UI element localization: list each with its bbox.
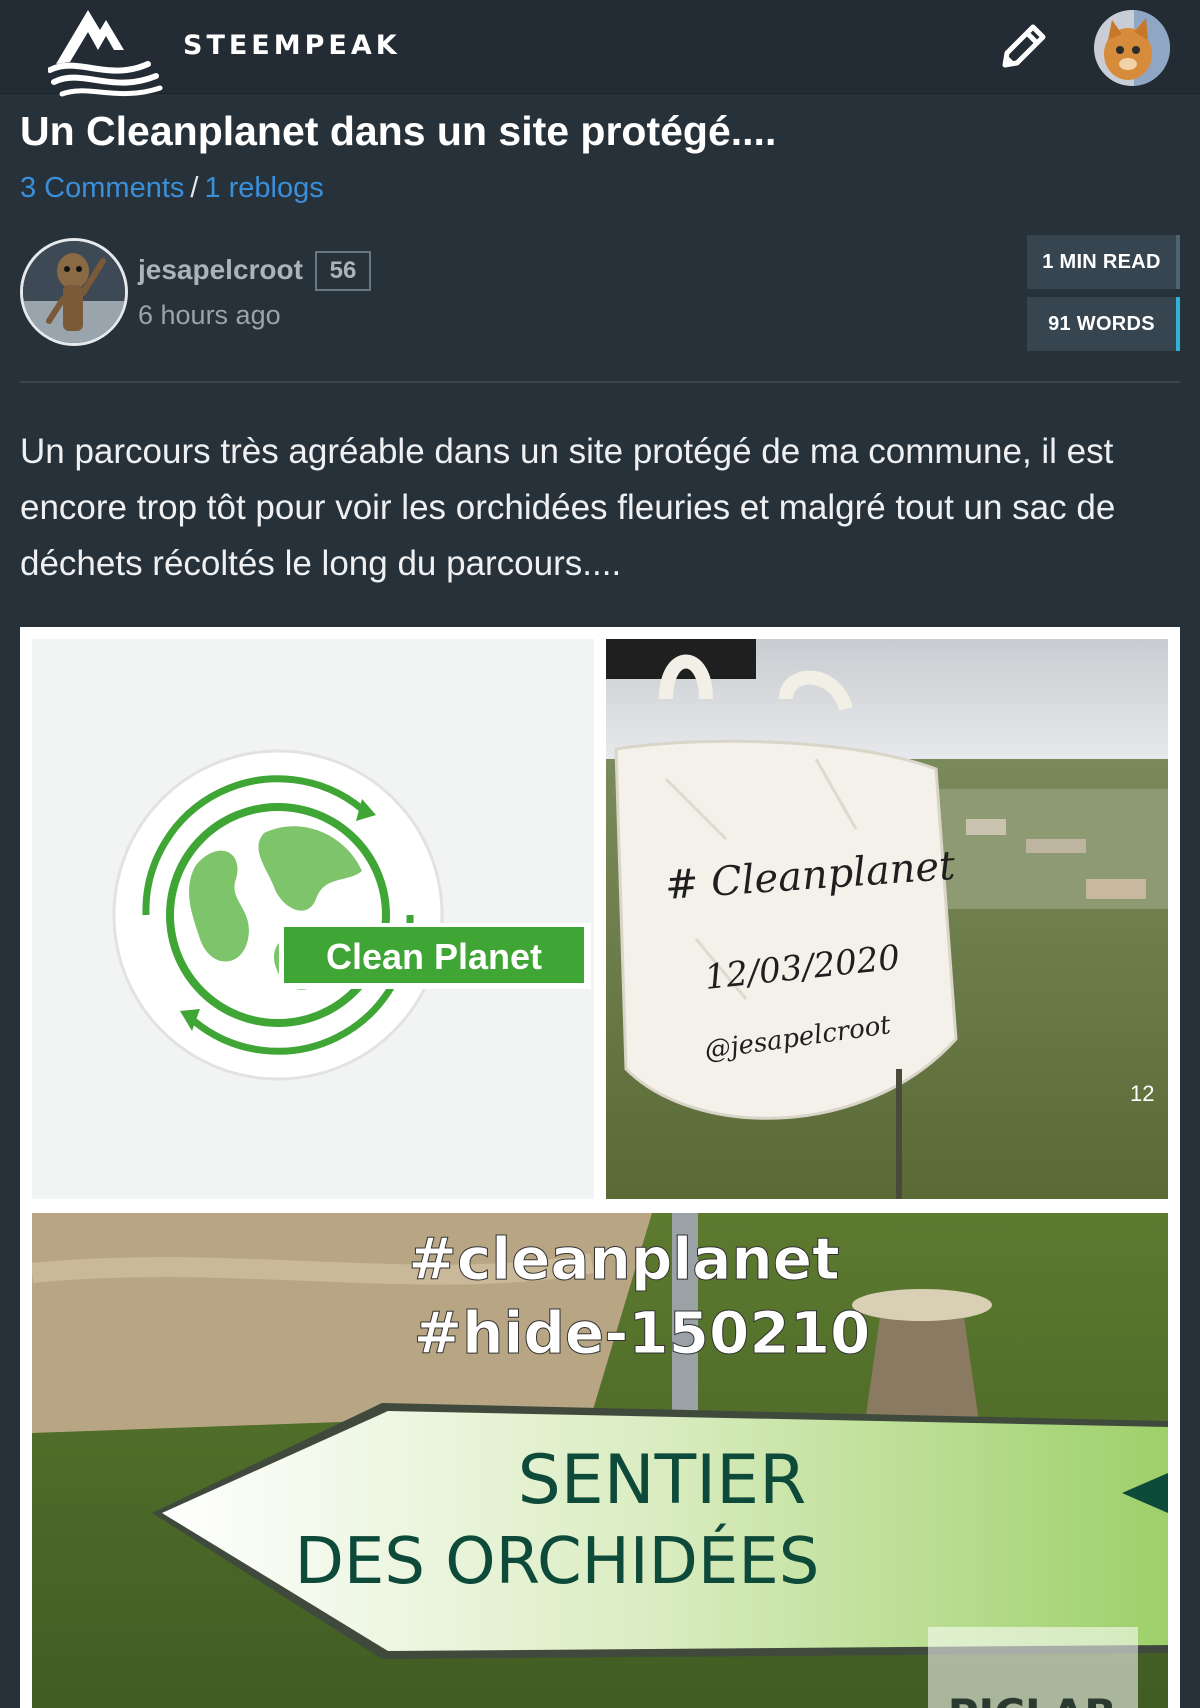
author-avatar[interactable] <box>20 238 128 346</box>
hashtag-1: #cleanplanet <box>408 1225 840 1293</box>
sign-line-2: DES ORCHIDÉES <box>295 1523 820 1599</box>
logo-text: Clean Planet <box>326 936 542 977</box>
bag-corner-text: 12 <box>1130 1081 1154 1106</box>
reputation-badge: 56 <box>315 251 371 291</box>
post-timestamp: 6 hours ago <box>138 300 281 330</box>
divider <box>20 381 1180 383</box>
post-meta-links: 3 Comments/1 reblogs <box>20 172 324 205</box>
sign-line-1: SENTIER <box>518 1441 807 1520</box>
user-avatar[interactable] <box>1094 10 1170 86</box>
pencil-icon <box>1002 24 1046 68</box>
comments-link[interactable]: 3 Comments <box>20 172 184 204</box>
clean-planet-logo-image: Clean Planet <box>32 639 594 1199</box>
sentier-des-orchidees-photo: #cleanplanet #hide-150210 SENTIER DES OR… <box>32 1213 1168 1708</box>
reblogs-link[interactable]: 1 reblogs <box>204 172 323 204</box>
edit-button[interactable] <box>990 14 1056 80</box>
meta-separator: / <box>190 172 199 204</box>
hashtag-2: #hide-150210 <box>414 1299 871 1367</box>
top-bar: STEEMPEAK <box>0 0 1200 97</box>
brand-name[interactable]: STEEMPEAK <box>183 30 401 61</box>
read-time-badge: 1 MIN READ <box>1027 235 1180 289</box>
watermark: PICLAB <box>948 1690 1117 1708</box>
word-count-badge: 91 WORDS <box>1027 297 1180 351</box>
post-body: Un parcours très agréable dans un site p… <box>20 432 1116 583</box>
post-title: Un Cleanplanet dans un site protégé.... <box>20 108 777 154</box>
post-image-collage[interactable]: Clean Planet # Cleanplanet 12/03/2020 @j… <box>20 627 1180 1708</box>
author-name[interactable]: jesapelcroot <box>138 254 303 286</box>
mountain-waves-logo-icon[interactable] <box>47 6 164 98</box>
cleanplanet-bag-photo: # Cleanplanet 12/03/2020 @jesapelcroot 1… <box>606 639 1168 1199</box>
